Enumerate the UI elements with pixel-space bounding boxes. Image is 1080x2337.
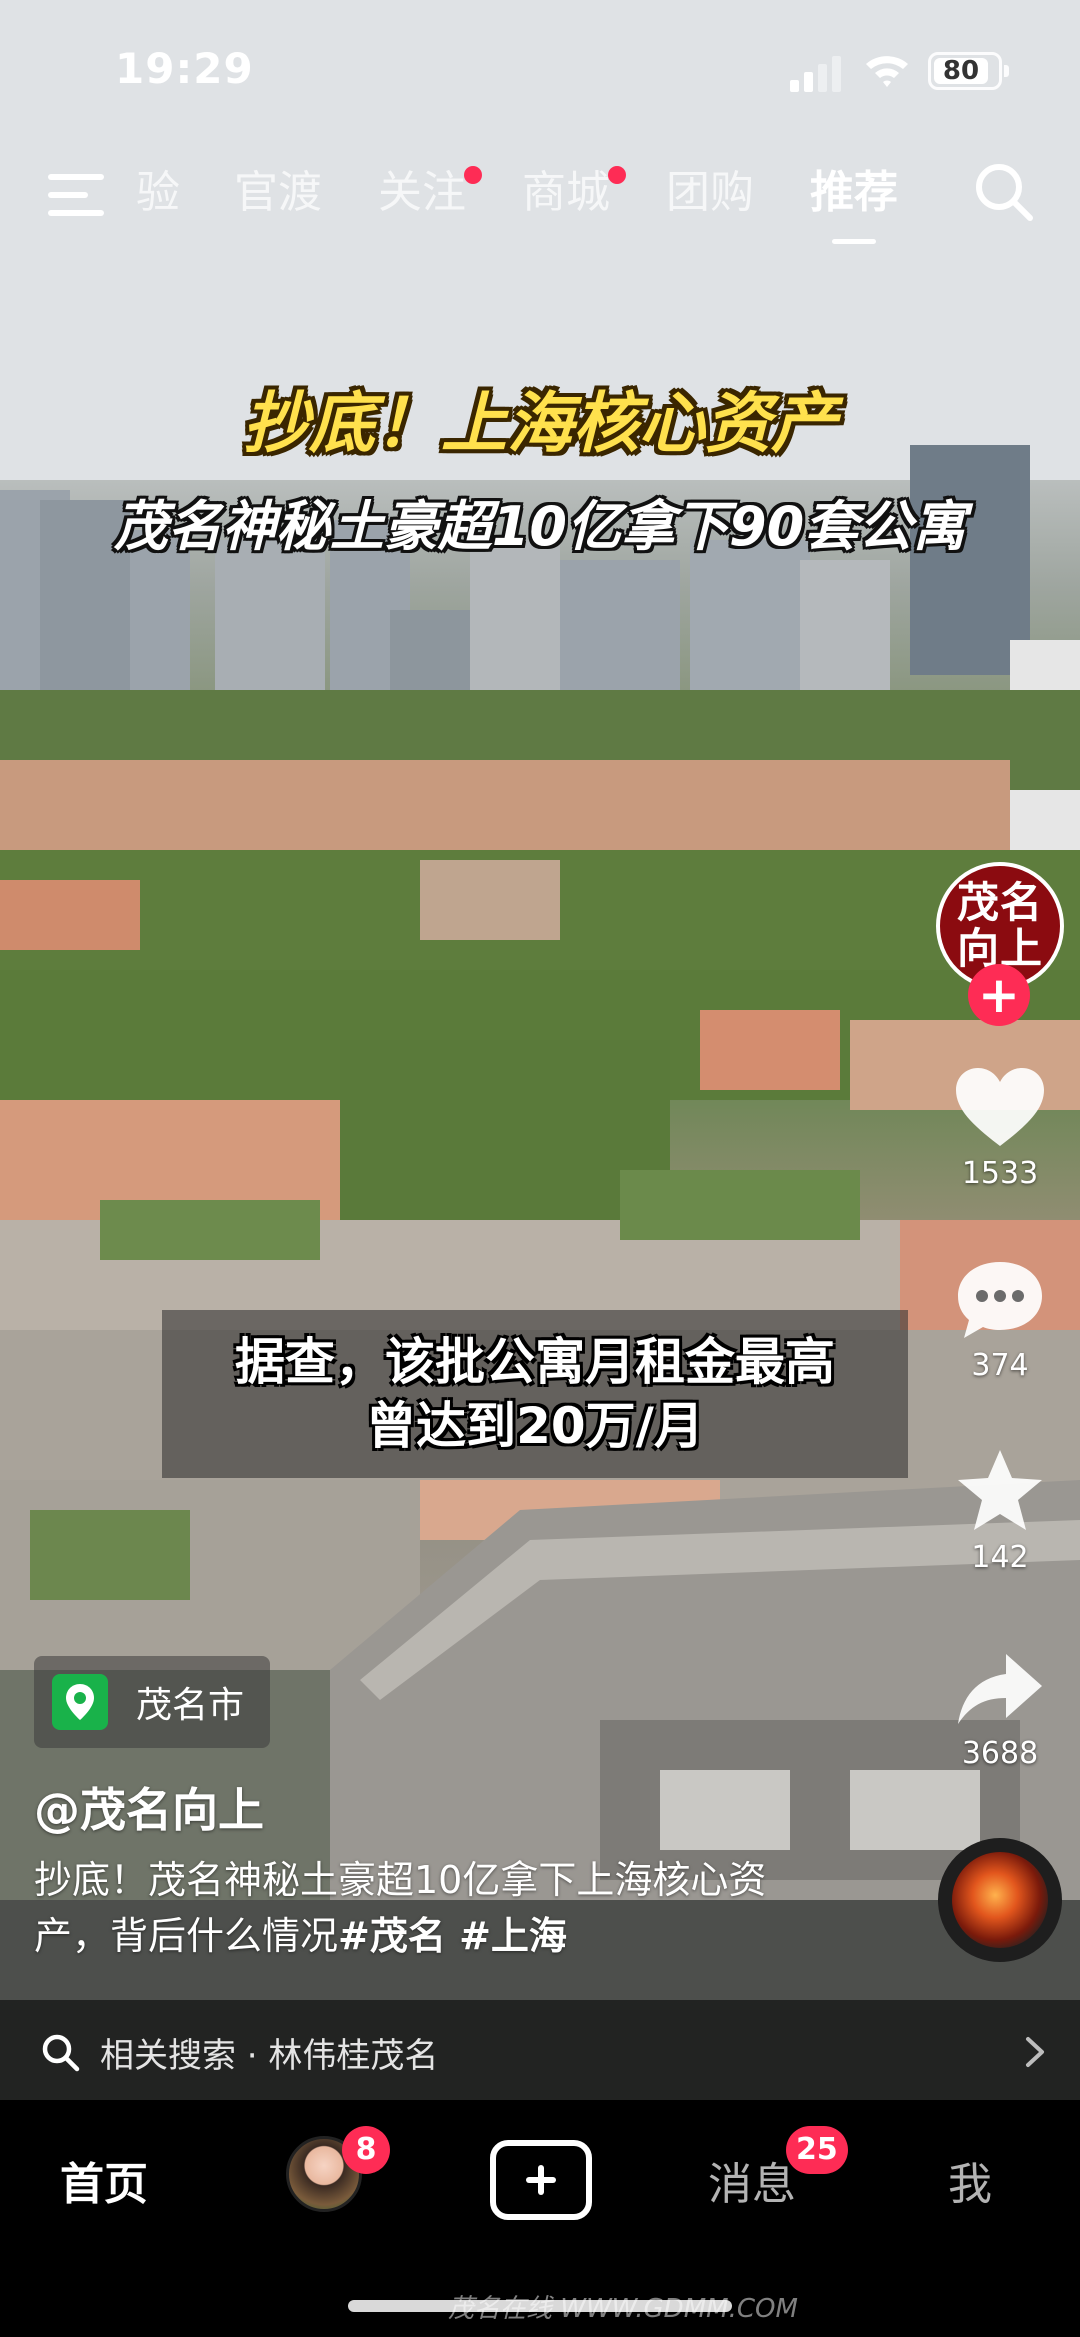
- battery-level: 80: [942, 56, 980, 86]
- music-disc[interactable]: [938, 1838, 1062, 1962]
- tab-mall[interactable]: 商城: [522, 158, 626, 228]
- notification-dot: [464, 166, 482, 184]
- tab-recommended[interactable]: 推荐: [810, 158, 898, 244]
- video-description: 抄底！茂名神秘土豪超10亿拿下上海核心资产，背后什么情况#茂名 #上海: [34, 1852, 814, 1964]
- nav-home[interactable]: 首页: [60, 2148, 148, 2212]
- like-count: 1533: [961, 1156, 1039, 1191]
- comment-icon: [958, 1262, 1042, 1338]
- video-title: 抄底！上海核心资产: [243, 385, 837, 462]
- location-pin-icon: [52, 1674, 108, 1730]
- menu-icon[interactable]: [48, 170, 104, 220]
- hashtags[interactable]: #茂名 #上海: [338, 1914, 567, 1958]
- tab-group-buy[interactable]: 团购: [666, 158, 754, 228]
- video-caption: 据查，该批公寓月租金最高 曾达到20万/月: [162, 1310, 908, 1478]
- location-tag[interactable]: 茂名市: [34, 1656, 271, 1748]
- friend-badge: 8: [342, 2126, 390, 2174]
- notification-dot: [608, 166, 626, 184]
- feed-tabs: 验 官渡 关注 商城 团购 推荐: [120, 158, 954, 244]
- home-indicator[interactable]: [348, 2300, 732, 2312]
- comment-count: 374: [971, 1348, 1029, 1383]
- author-name[interactable]: @茂名向上: [34, 1774, 264, 1840]
- like-button[interactable]: 1533: [940, 1066, 1060, 1191]
- related-search-bar[interactable]: 相关搜索 · 林伟桂茂名: [0, 2000, 1080, 2104]
- favorite-button[interactable]: 142: [940, 1448, 1060, 1575]
- tab-following[interactable]: 关注: [378, 158, 482, 228]
- location-label: 茂名市: [136, 1685, 245, 1726]
- chevron-right-icon: [1026, 2037, 1044, 2067]
- caption-line-2: 曾达到20万/月: [366, 1397, 704, 1455]
- top-nav: 验 官渡 关注 商城 团购 推荐: [0, 150, 1080, 244]
- share-button[interactable]: 3688: [940, 1650, 1060, 1771]
- star-icon: [958, 1450, 1042, 1530]
- messages-badge: 25: [786, 2126, 848, 2174]
- share-count: 3688: [961, 1736, 1039, 1771]
- status-bar: 19:29 80: [0, 0, 1080, 140]
- battery-icon: 80: [928, 52, 1009, 90]
- search-icon[interactable]: [972, 160, 1036, 224]
- search-icon: [42, 2034, 80, 2072]
- signal-icon: [790, 56, 841, 92]
- bottom-nav: 首页 8 消息 25 我 茂名在线 WWW.GDMM.COM: [0, 2104, 1080, 2337]
- related-search-text: 相关搜索 · 林伟桂茂名: [100, 2036, 439, 2076]
- status-time: 19:29: [115, 44, 254, 93]
- video-subtitle: 茂名神秘土豪超10亿拿下90套公寓: [113, 495, 967, 558]
- tab-guandu[interactable]: 官渡: [234, 158, 322, 228]
- follow-button[interactable]: +: [968, 964, 1030, 1026]
- wifi-icon: [866, 56, 908, 87]
- create-button[interactable]: [490, 2140, 592, 2220]
- tab-partial[interactable]: 验: [120, 158, 180, 228]
- nav-messages[interactable]: 消息: [708, 2148, 796, 2212]
- share-icon: [958, 1654, 1042, 1724]
- nav-me[interactable]: 我: [948, 2148, 992, 2212]
- caption-line-1: 据查，该批公寓月租金最高: [235, 1333, 835, 1391]
- comment-button[interactable]: 374: [940, 1258, 1060, 1383]
- favorite-count: 142: [971, 1540, 1029, 1575]
- heart-icon: [956, 1068, 1044, 1146]
